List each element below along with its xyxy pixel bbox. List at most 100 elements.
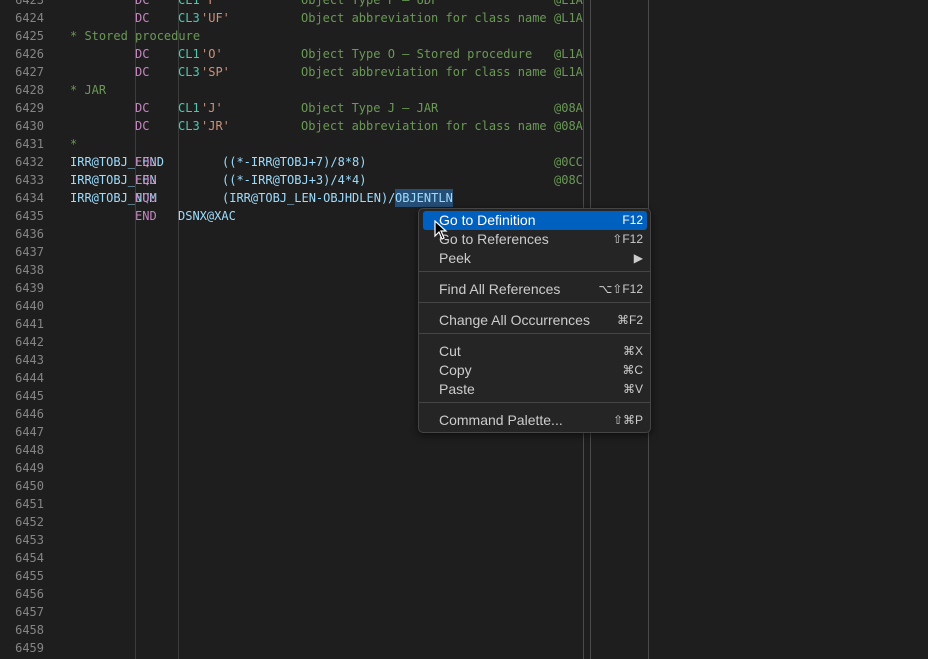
code-line[interactable]: 6457 xyxy=(0,603,928,621)
code-literal[interactable]: 'O' xyxy=(201,45,223,63)
code-line[interactable]: 6454 xyxy=(0,549,928,567)
line-number: 6440 xyxy=(15,299,44,313)
code-opcode[interactable]: END xyxy=(135,207,157,225)
line-number: 6447 xyxy=(15,425,44,439)
code-line[interactable]: 6453 xyxy=(0,531,928,549)
code-opcode[interactable]: DC xyxy=(135,0,149,9)
menu-item-label: Go to References xyxy=(439,231,549,247)
code-line[interactable]: 6455 xyxy=(0,567,928,585)
line-number: 6423 xyxy=(15,0,44,7)
code-change-tag[interactable]: @0CC xyxy=(554,153,583,171)
code-opcode[interactable]: EQU xyxy=(135,189,157,207)
code-literal[interactable]: 'F' xyxy=(201,0,223,9)
line-number: 6427 xyxy=(15,65,44,79)
code-line[interactable]: 6430 DC CL3 'JR' Object abbreviation for cla… xyxy=(0,117,928,135)
code-line[interactable]: 6425 * Stored procedure xyxy=(0,27,928,45)
code-change-tag[interactable]: @08C xyxy=(554,171,583,189)
menu-item-shortcut: ⌘V xyxy=(622,382,643,396)
menu-item-go-to-references[interactable]: Go to References ⇧F12 xyxy=(423,230,647,249)
code-line[interactable]: 6458 xyxy=(0,621,928,639)
code-change-tag[interactable]: @L1A xyxy=(554,9,583,27)
menu-item-find-all-references[interactable]: Find All References ⌥⇧F12 xyxy=(423,280,647,299)
code-line[interactable]: 6433 IRR@TOBJ_LEN EQU ((*-IRR@TOBJ+3)/4*4) @… xyxy=(0,171,928,189)
code-type[interactable]: CL1 xyxy=(178,45,200,63)
code-literal[interactable]: 'UF' xyxy=(201,9,230,27)
line-number: 6441 xyxy=(15,317,44,331)
line-number: 6439 xyxy=(15,281,44,295)
menu-item-cut[interactable]: Cut ⌘X xyxy=(423,342,647,361)
menu-item-go-to-definition[interactable]: Go to Definition F12 xyxy=(423,211,647,230)
code-comment[interactable]: Object Type O – Stored procedure xyxy=(301,45,532,63)
code-line[interactable]: 6459 xyxy=(0,639,928,657)
code-line[interactable]: 6427 DC CL3 'SP' Object abbreviation for cla… xyxy=(0,63,928,81)
code-line[interactable]: 6451 xyxy=(0,495,928,513)
line-number: 6436 xyxy=(15,227,44,241)
code-line[interactable]: 6449 xyxy=(0,459,928,477)
code-type[interactable]: CL3 xyxy=(178,9,200,27)
menu-item-label: Peek xyxy=(439,250,471,266)
menu-separator xyxy=(419,402,650,403)
line-number: 6458 xyxy=(15,623,44,637)
line-number: 6435 xyxy=(15,209,44,223)
line-number: 6454 xyxy=(15,551,44,565)
code-line[interactable]: 6450 xyxy=(0,477,928,495)
code-expression[interactable]: ((*-IRR@TOBJ+3)/4*4) xyxy=(222,171,367,189)
code-comment[interactable]: Object abbreviation for class name xyxy=(301,63,547,81)
code-comment[interactable]: Object Type F – UDF xyxy=(301,0,438,9)
menu-item-shortcut: ⌘X xyxy=(622,344,643,358)
code-type[interactable]: CL3 xyxy=(178,117,200,135)
code-line[interactable]: 6452 xyxy=(0,513,928,531)
code-expression[interactable]: ((*-IRR@TOBJ+7)/8*8) xyxy=(222,153,367,171)
code-expression[interactable]: (IRR@TOBJ_LEN-OBJHDLEN)/ xyxy=(222,189,395,207)
menu-item-command-palette[interactable]: Command Palette... ⇧⌘P xyxy=(423,411,647,430)
line-number: 6425 xyxy=(15,29,44,43)
code-line[interactable]: 6428 * JAR xyxy=(0,81,928,99)
code-opcode[interactable]: DC xyxy=(135,45,149,63)
code-literal[interactable]: 'SP' xyxy=(201,63,230,81)
menu-item-label: Change All Occurrences xyxy=(439,312,590,328)
code-line[interactable]: 6456 xyxy=(0,585,928,603)
code-change-tag[interactable]: @L1A xyxy=(554,0,583,9)
menu-item-paste[interactable]: Paste ⌘V xyxy=(423,380,647,399)
code-line[interactable]: 6426 DC CL1 'O' Object Type O – Stored proce… xyxy=(0,45,928,63)
code-comment[interactable]: * Stored procedure xyxy=(70,27,200,45)
code-change-tag[interactable]: @L1A xyxy=(554,45,583,63)
code-opcode[interactable]: DC xyxy=(135,117,149,135)
menu-item-peek[interactable]: Peek ▶ xyxy=(423,249,647,268)
code-opcode[interactable]: DC xyxy=(135,63,149,81)
code-line[interactable]: 6424 DC CL3 'UF' Object abbreviation for cla… xyxy=(0,9,928,27)
context-menu: Go to Definition F12 Go to References ⇧F12 P… xyxy=(418,208,651,433)
code-opcode[interactable]: EQU xyxy=(135,171,157,189)
code-comment[interactable]: * JAR xyxy=(70,81,106,99)
code-comment[interactable]: Object abbreviation for class name xyxy=(301,117,547,135)
menu-item-label: Copy xyxy=(439,362,472,378)
code-type[interactable]: CL3 xyxy=(178,63,200,81)
code-change-tag[interactable]: @08A xyxy=(554,117,583,135)
code-opcode[interactable]: DC xyxy=(135,99,149,117)
menu-separator xyxy=(419,333,650,334)
code-line[interactable]: 6423 DC CL1 'F' Object Type F – UDF @L1A xyxy=(0,0,928,9)
menu-item-change-all-occurrences[interactable]: Change All Occurrences ⌘F2 xyxy=(423,311,647,330)
code-opcode[interactable]: EQU xyxy=(135,153,157,171)
code-comment[interactable]: Object abbreviation for class name xyxy=(301,9,547,27)
code-line[interactable]: 6448 xyxy=(0,441,928,459)
code-opcode[interactable]: DC xyxy=(135,9,149,27)
line-number: 6431 xyxy=(15,137,44,151)
code-operand[interactable]: DSNX@XAC xyxy=(178,207,236,225)
code-line[interactable]: 6432 IRR@TOBJ_LEND EQU ((*-IRR@TOBJ+7)/8*8)… xyxy=(0,153,928,171)
code-line[interactable]: 6434 IRR@TOBJ_NUM EQU (IRR@TOBJ_LEN-OBJHDLE… xyxy=(0,189,928,207)
code-literal[interactable]: 'JR' xyxy=(201,117,230,135)
code-literal[interactable]: 'J' xyxy=(201,99,223,117)
line-number: 6445 xyxy=(15,389,44,403)
code-comment[interactable]: Object Type J – JAR xyxy=(301,99,438,117)
menu-item-copy[interactable]: Copy ⌘C xyxy=(423,361,647,380)
code-change-tag[interactable]: @08A xyxy=(554,99,583,117)
code-type[interactable]: CL1 xyxy=(178,0,200,9)
code-change-tag[interactable]: @L1A xyxy=(554,63,583,81)
line-number: 6426 xyxy=(15,47,44,61)
code-line[interactable]: 6431 * xyxy=(0,135,928,153)
code-type[interactable]: CL1 xyxy=(178,99,200,117)
code-comment[interactable]: * xyxy=(70,135,77,153)
code-line[interactable]: 6429 DC CL1 'J' Object Type J – JAR @08A xyxy=(0,99,928,117)
selected-text[interactable]: OBJENTLN xyxy=(395,189,453,207)
